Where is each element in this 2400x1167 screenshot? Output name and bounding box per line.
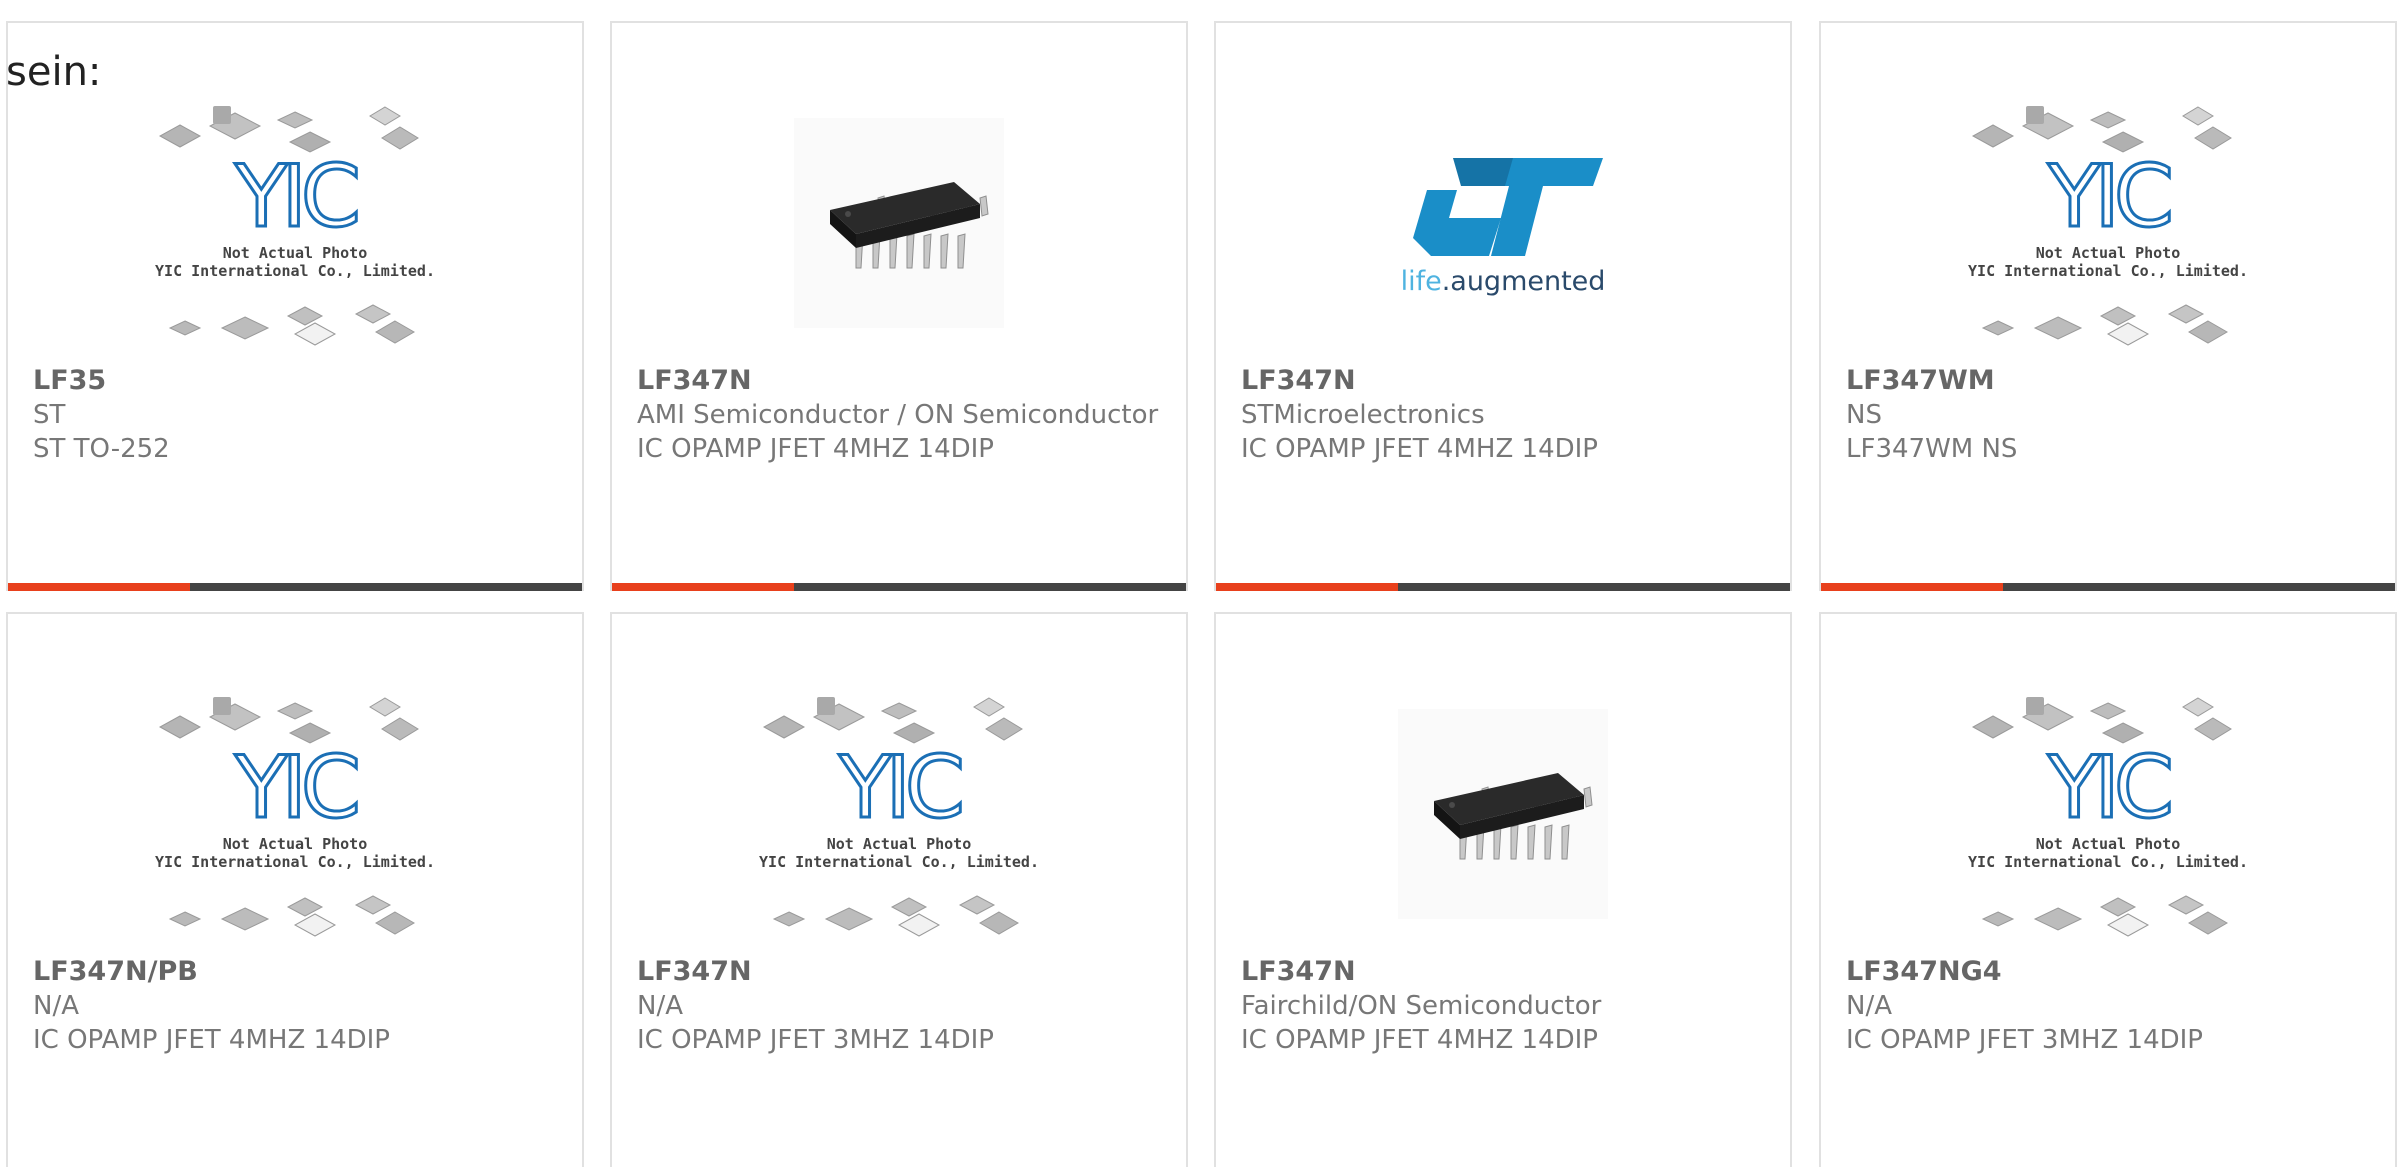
yic-placeholder-image: YICNot Actual PhotoYIC International Co.… (759, 697, 1039, 937)
part-number[interactable]: LF347N (1241, 955, 1770, 989)
not-actual-photo-text: Not Actual Photo (223, 835, 368, 853)
description: IC OPAMP JFET 4MHZ 14DIP (33, 1025, 390, 1055)
card-bottom-bar (1216, 583, 1790, 591)
product-card[interactable]: YIC Not Actual Photo YIC International Co.… (6, 21, 584, 591)
yic-placeholder-image: YICNot Actual PhotoYIC International Co.… (1968, 106, 2248, 346)
product-grid-page: sein: YIC Not Actual Photo YIC Internation… (0, 0, 2400, 1167)
yic-placeholder-image: YICNot Actual PhotoYIC International Co.… (155, 697, 435, 937)
part-number[interactable]: LF347N (637, 955, 1166, 989)
product-info: LF347NG4 N/A IC OPAMP JFET 3MHZ 14DIP (1846, 955, 2375, 1057)
product-image[interactable]: YIC Not Actual Photo YIC International Co.… (612, 684, 1186, 944)
part-number[interactable]: LF347WM (1846, 364, 2375, 398)
yic-logo-text: YIC (234, 147, 357, 247)
not-actual-photo-text: Not Actual Photo (223, 244, 368, 262)
product-info: LF347N/PB N/A IC OPAMP JFET 4MHZ 14DIP (33, 955, 562, 1057)
part-number[interactable]: LF347N/PB (33, 955, 562, 989)
not-actual-photo-text: Not Actual Photo (827, 835, 972, 853)
product-card[interactable]: YIC Not Actual Photo YIC International Co.… (610, 612, 1188, 1167)
yic-logo-text: YIC (234, 738, 357, 838)
product-image[interactable]: YIC Not Actual Photo YIC International Co.… (8, 93, 582, 353)
company-name-text: YIC International Co., Limited. (759, 853, 1039, 871)
manufacturer: ST (33, 400, 66, 430)
part-number[interactable]: LF35 (33, 364, 562, 398)
product-image[interactable] (1216, 684, 1790, 944)
product-image[interactable]: life.augmentedST (1216, 93, 1790, 353)
description: LF347WM NS (1846, 434, 2018, 464)
company-name-text: YIC International Co., Limited. (1968, 262, 2248, 280)
card-accent-bar (1821, 583, 2003, 591)
description: ST TO-252 (33, 434, 170, 464)
product-card[interactable]: LF347N AMI Semiconductor / ON Semiconduc… (610, 21, 1188, 591)
product-card[interactable]: YIC Not Actual Photo YIC International Co.… (1819, 21, 2397, 591)
product-image[interactable]: YIC Not Actual Photo YIC International Co.… (1821, 93, 2395, 353)
card-accent-bar (1216, 583, 1398, 591)
st-logo-image: life.augmentedST (1401, 158, 1606, 297)
product-info: LF35 ST ST TO-252 (33, 364, 562, 466)
company-name-text: YIC International Co., Limited. (155, 262, 435, 280)
dip14-chip-image (1398, 709, 1608, 919)
yic-placeholder-image: YICNot Actual PhotoYIC International Co.… (155, 106, 435, 346)
yic-placeholder-image: YICNot Actual PhotoYIC International Co.… (1968, 697, 2248, 937)
product-image[interactable]: YIC Not Actual Photo YIC International Co.… (8, 684, 582, 944)
manufacturer: NS (1846, 400, 1882, 430)
manufacturer: AMI Semiconductor / ON Semiconductor (637, 400, 1159, 430)
product-card[interactable]: YIC Not Actual Photo YIC International Co.… (6, 612, 584, 1167)
yic-logo-text: YIC (2047, 738, 2170, 838)
description: IC OPAMP JFET 4MHZ 14DIP (637, 434, 994, 464)
description: IC OPAMP JFET 4MHZ 14DIP (1241, 1025, 1598, 1055)
product-info: LF347N AMI Semiconductor / ON Semiconduc… (637, 364, 1166, 466)
manufacturer: N/A (33, 991, 79, 1021)
product-card[interactable]: LF347N Fairchild/ON Semiconductor IC OPA… (1214, 612, 1792, 1167)
product-card[interactable]: life.augmentedST LF347N STMicroelectroni… (1214, 21, 1792, 591)
part-number[interactable]: LF347NG4 (1846, 955, 2375, 989)
product-info: LF347N Fairchild/ON Semiconductor IC OPA… (1241, 955, 1770, 1057)
card-bottom-bar (612, 583, 1186, 591)
description: IC OPAMP JFET 4MHZ 14DIP (1241, 434, 1598, 464)
description: IC OPAMP JFET 3MHZ 14DIP (1846, 1025, 2203, 1055)
company-name-text: YIC International Co., Limited. (1968, 853, 2248, 871)
manufacturer: Fairchild/ON Semiconductor (1241, 991, 1602, 1021)
yic-logo-text: YIC (2047, 147, 2170, 247)
card-accent-bar (612, 583, 794, 591)
manufacturer: STMicroelectronics (1241, 400, 1485, 430)
yic-logo-text: YIC (838, 738, 961, 838)
manufacturer: N/A (637, 991, 683, 1021)
not-actual-photo-text: Not Actual Photo (2036, 244, 2181, 262)
description: IC OPAMP JFET 3MHZ 14DIP (637, 1025, 994, 1055)
st-tagline: life.augmented (1401, 266, 1606, 297)
product-image[interactable]: YIC Not Actual Photo YIC International Co.… (1821, 684, 2395, 944)
card-bottom-bar (8, 583, 582, 591)
product-info: LF347N STMicroelectronics IC OPAMP JFET … (1241, 364, 1770, 466)
card-bottom-bar (1821, 583, 2395, 591)
product-info: LF347WM NS LF347WM NS (1846, 364, 2375, 466)
intro-text: sein: (6, 49, 102, 95)
product-card[interactable]: YIC Not Actual Photo YIC International Co.… (1819, 612, 2397, 1167)
not-actual-photo-text: Not Actual Photo (2036, 835, 2181, 853)
manufacturer: N/A (1846, 991, 1892, 1021)
company-name-text: YIC International Co., Limited. (155, 853, 435, 871)
part-number[interactable]: LF347N (637, 364, 1166, 398)
dip14-chip-image (794, 118, 1004, 328)
product-image[interactable] (612, 93, 1186, 353)
product-info: LF347N N/A IC OPAMP JFET 3MHZ 14DIP (637, 955, 1166, 1057)
card-accent-bar (8, 583, 190, 591)
part-number[interactable]: LF347N (1241, 364, 1770, 398)
